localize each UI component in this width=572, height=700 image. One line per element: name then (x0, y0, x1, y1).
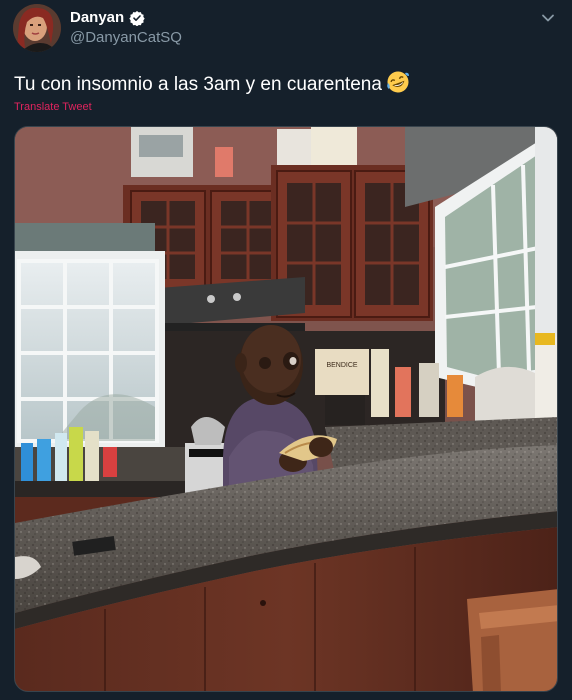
display-name[interactable]: Danyan (70, 9, 124, 26)
tweet-text: Tu con insomnio a las 3am y en cuarenten… (14, 70, 410, 102)
user-handle[interactable]: @DanyanCatSQ (70, 29, 182, 46)
laughing-emoji-icon (386, 70, 410, 102)
tweet-container: Danyan @DanyanCatSQ Tu con insomnio a la… (0, 0, 572, 700)
kitchen-photo: BENDICE (15, 127, 557, 691)
verified-badge-icon (129, 10, 145, 26)
tweet-body: Tu con insomnio a las 3am y en cuarenten… (14, 74, 382, 95)
sign-text: BENDICE (326, 362, 357, 369)
translate-tweet-link[interactable]: Translate Tweet (14, 101, 92, 113)
author-name-row[interactable]: Danyan (70, 9, 145, 26)
avatar[interactable] (13, 4, 61, 52)
profile-photo-icon (13, 4, 61, 52)
chevron-down-icon[interactable] (538, 8, 558, 28)
tweet-photo[interactable]: BENDICE (14, 126, 558, 692)
